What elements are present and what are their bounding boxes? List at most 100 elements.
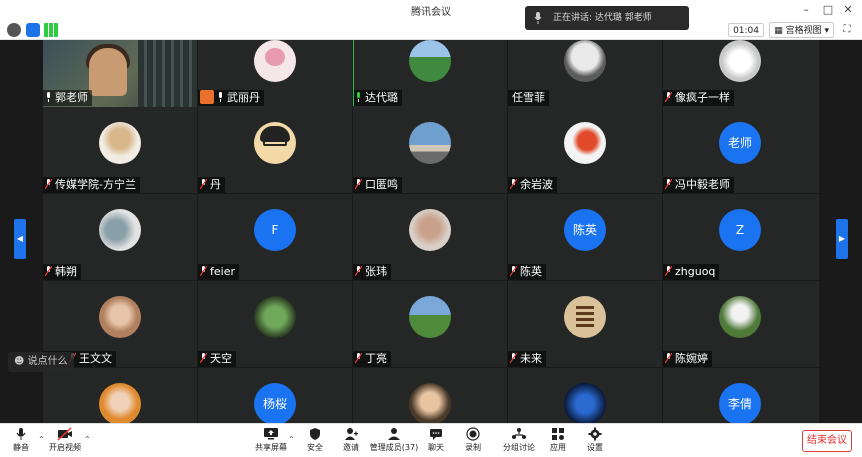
participant-tile[interactable]: 陈婉婷: [663, 281, 819, 367]
record-button[interactable]: 录制: [452, 427, 494, 457]
microphone-icon: [16, 428, 26, 440]
participant-name: 冯中毅老师: [663, 177, 734, 193]
video-button[interactable]: 开启视频: [44, 427, 86, 457]
participant-name: 陈婉婷: [663, 351, 712, 367]
avatar: [719, 296, 761, 338]
participant-tile[interactable]: 口匿鸣: [353, 107, 507, 193]
avatar: [254, 40, 296, 82]
mic-icon: [47, 92, 50, 102]
next-page-button[interactable]: ▶: [836, 219, 848, 259]
mic-muted-icon: [200, 353, 207, 363]
mic-muted-icon: [510, 179, 517, 189]
participant-tile[interactable]: 丹: [198, 107, 352, 193]
mic-muted-icon: [200, 179, 207, 189]
avatar: [564, 122, 606, 164]
participant-tile[interactable]: 韩朔: [43, 194, 197, 280]
manage-members-button[interactable]: 管理成员(37): [368, 427, 420, 457]
avatar: 老师: [719, 122, 761, 164]
participant-tile[interactable]: 张玮: [353, 194, 507, 280]
participant-tile[interactable]: 陈英 陈英: [508, 194, 662, 280]
participant-tile[interactable]: 杨桜: [198, 368, 352, 423]
avatar: [409, 122, 451, 164]
avatar: [409, 209, 451, 251]
mic-icon: [219, 92, 222, 102]
minimize-icon[interactable]: –: [798, 2, 814, 18]
participant-tile[interactable]: Z zhguoq: [663, 194, 819, 280]
avatar: Z: [719, 209, 761, 251]
share-screen-button[interactable]: 共享屏幕: [250, 427, 292, 457]
previous-page-button[interactable]: ◀: [14, 219, 26, 259]
speaking-text: 正在讲话: 达代璐 郭老师: [553, 13, 652, 23]
participant-name: 韩朔: [43, 264, 81, 280]
end-meeting-button[interactable]: 结束会议: [802, 430, 852, 452]
speaking-toast: 正在讲话: 达代璐 郭老师: [525, 6, 689, 30]
avatar: [409, 296, 451, 338]
record-icon: [466, 427, 480, 441]
mute-button[interactable]: 静音: [0, 427, 42, 457]
smiley-icon[interactable]: ☻: [14, 356, 24, 367]
participant-name: 郭老师: [43, 90, 92, 106]
avatar: [719, 40, 761, 82]
apps-button[interactable]: 应用: [537, 427, 579, 457]
participant-tile[interactable]: [43, 368, 197, 423]
view-switch-button[interactable]: ▦ 宫格视图 ▾: [769, 22, 834, 38]
active-speaker-border: [353, 40, 354, 106]
participant-name: 丹: [198, 177, 225, 193]
participant-tile[interactable]: [353, 368, 507, 423]
maximize-icon[interactable]: □: [820, 2, 836, 18]
participant-tile[interactable]: 李倩: [663, 368, 819, 423]
avatar: [99, 122, 141, 164]
chevron-down-icon: ▾: [824, 26, 829, 36]
breakout-button[interactable]: 分组讨论: [498, 427, 540, 457]
participant-name: 武丽丹: [198, 90, 264, 106]
participant-tile[interactable]: [508, 368, 662, 423]
participant-tile[interactable]: 余岩波: [508, 107, 662, 193]
avatar: [99, 209, 141, 251]
chat-button[interactable]: 聊天: [415, 427, 457, 457]
participant-tile[interactable]: 未来: [508, 281, 662, 367]
meeting-toolbar: 01:04 ▦ 宫格视图 ▾ ⛶: [0, 20, 862, 40]
meeting-timer: 01:04: [728, 23, 764, 37]
chevron-up-icon[interactable]: ⌃: [84, 435, 91, 444]
invite-button[interactable]: 邀请: [330, 427, 372, 457]
chevron-left-icon: ◀: [16, 234, 24, 243]
breakout-icon: [512, 428, 526, 439]
gear-icon: [588, 427, 602, 441]
avatar: F: [254, 209, 296, 251]
shield-icon: [310, 428, 320, 440]
participant-name: 丁亮: [353, 351, 391, 367]
participant-tile[interactable]: 丁亮: [353, 281, 507, 367]
mic-muted-icon: [665, 353, 672, 363]
members-icon: [388, 428, 400, 440]
avatar: 陈英: [564, 209, 606, 251]
control-bar: 静音 ⌃ 开启视频 ⌃ 共享屏幕 ⌃ 安全 邀请 管理成员(37) 聊天 录制 …: [0, 423, 862, 457]
apps-icon: [552, 428, 564, 440]
mic-muted-icon: [510, 353, 517, 363]
host-icon: [200, 90, 214, 104]
mic-muted-icon: [665, 179, 672, 189]
signal-icon[interactable]: [44, 23, 58, 37]
participant-tile[interactable]: 老师 冯中毅老师: [663, 107, 819, 193]
settings-button[interactable]: 设置: [574, 427, 616, 457]
grid-icon: ▦: [774, 26, 783, 36]
avatar: [254, 296, 296, 338]
participant-tile[interactable]: 天空: [198, 281, 352, 367]
shield-icon[interactable]: [26, 23, 40, 37]
mic-muted-icon: [665, 266, 672, 276]
chat-input-overlay[interactable]: ☻ 说点什么: [8, 352, 74, 372]
participant-tile[interactable]: F feier: [198, 194, 352, 280]
fullscreen-icon[interactable]: ⛶: [840, 23, 854, 37]
participant-name: feier: [198, 264, 239, 280]
avatar: [564, 40, 606, 82]
close-icon[interactable]: ✕: [840, 2, 856, 18]
avatar: 李倩: [719, 383, 761, 423]
participant-tile[interactable]: 传媒学院-方宁兰: [43, 107, 197, 193]
avatar: [99, 296, 141, 338]
participant-name: 张玮: [353, 264, 391, 280]
info-icon[interactable]: [7, 23, 21, 37]
avatar: 杨桜: [254, 383, 296, 423]
mic-muted-icon: [45, 266, 52, 276]
video-background: [138, 40, 197, 110]
avatar: [409, 383, 451, 423]
view-label: 宫格视图: [785, 26, 822, 36]
